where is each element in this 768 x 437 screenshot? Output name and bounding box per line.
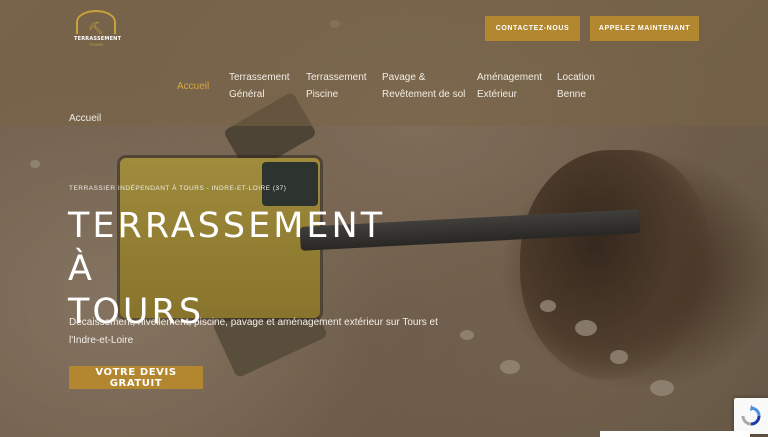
hero-kicker: TERRASSIER INDÉPENDANT À TOURS - INDRE-E… <box>69 185 287 192</box>
nav-item-terrassement-piscine[interactable]: Terrassement Piscine <box>306 69 367 103</box>
nav-item-accueil[interactable]: Accueil <box>177 78 209 95</box>
free-quote-button[interactable]: VOTRE DEVIS GRATUIT <box>69 366 203 389</box>
nav-item-label: Terrassement <box>306 72 367 83</box>
bottom-bar <box>600 431 750 437</box>
nav-item-label: Pavage & <box>382 72 426 83</box>
hero-subtitle: Décaissement, nivellement, piscine, pava… <box>69 317 438 346</box>
nav-item-label: Revêtement de sol <box>382 89 466 100</box>
nav-item-pavage[interactable]: Pavage & Revêtement de sol <box>382 69 465 103</box>
nav-item-label: Accueil <box>69 113 102 124</box>
nav-item-label: Terrassement <box>229 72 290 83</box>
nav-item-label: Aménagement <box>477 72 543 83</box>
nav-item-label: Benne <box>557 89 586 100</box>
nav-item-label: Extérieur <box>477 89 518 100</box>
site-logo[interactable]: ⛏ TERRASSEMENT TOURS <box>74 10 121 47</box>
recaptcha-badge[interactable] <box>734 398 768 434</box>
site-header: ⛏ TERRASSEMENT TOURS CONTACTEZ-NOUS APPE… <box>0 0 768 126</box>
nav-item-location-benne[interactable]: Location Benne <box>557 69 595 103</box>
nav-item-terrassement-general[interactable]: Terrassement Général <box>229 69 290 103</box>
logo-subtext: TOURS <box>89 42 103 47</box>
nav-item-label: Accueil <box>177 81 210 92</box>
nav-item-label: Piscine <box>306 89 339 100</box>
nav-item-accueil-secondary[interactable]: Accueil <box>69 110 101 127</box>
hero-title-line: TERRASSEMENT À <box>68 206 386 289</box>
nav-item-label: Général <box>229 89 265 100</box>
recaptcha-icon <box>741 405 761 426</box>
excavator-logo-icon: ⛏ <box>76 10 116 34</box>
nav-item-amenagement[interactable]: Aménagement Extérieur <box>477 69 542 103</box>
contact-button[interactable]: CONTACTEZ-NOUS <box>485 16 580 41</box>
call-now-button[interactable]: APPELEZ MAINTENANT <box>590 16 699 41</box>
nav-item-label: Location <box>557 72 595 83</box>
